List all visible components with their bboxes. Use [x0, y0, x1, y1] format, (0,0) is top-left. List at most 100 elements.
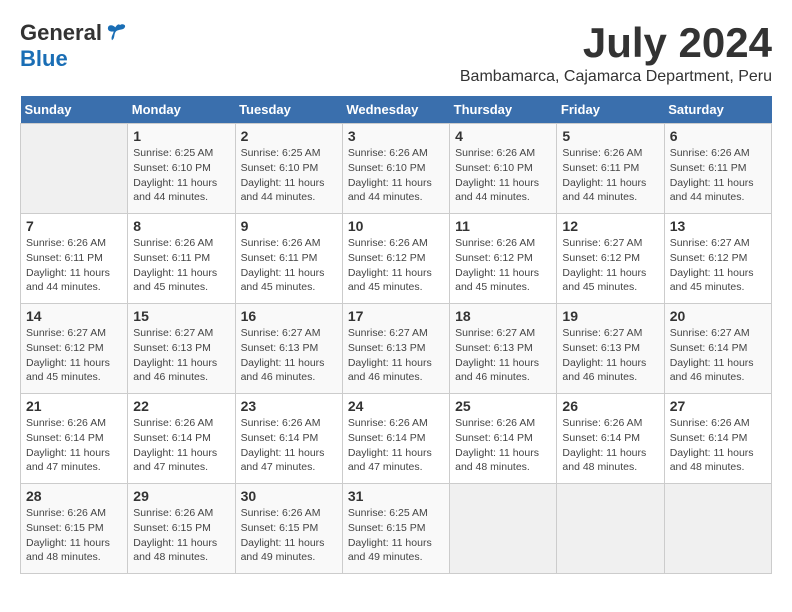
day-info: Sunrise: 6:27 AM Sunset: 6:13 PM Dayligh…: [562, 326, 658, 385]
day-info: Sunrise: 6:26 AM Sunset: 6:14 PM Dayligh…: [133, 416, 229, 475]
calendar-cell: 5Sunrise: 6:26 AM Sunset: 6:11 PM Daylig…: [557, 124, 664, 214]
calendar-cell: [557, 484, 664, 574]
calendar-cell: 17 Sunrise: 6:27 AM Sunset: 6:13 PM Dayli…: [342, 304, 449, 394]
calendar-cell: 16 Sunrise: 6:27 AM Sunset: 6:13 PM Dayli…: [235, 304, 342, 394]
calendar-cell: 19 Sunrise: 6:27 AM Sunset: 6:13 PM Dayli…: [557, 304, 664, 394]
day-number: 2: [241, 128, 337, 144]
header-sunday: Sunday: [21, 96, 128, 124]
location-title: Bambamarca, Cajamarca Department, Peru: [460, 68, 772, 86]
day-number: 4: [455, 128, 551, 144]
calendar-header-row: SundayMondayTuesdayWednesdayThursdayFrid…: [21, 96, 772, 124]
day-info: Sunrise: 6:27 AM Sunset: 6:12 PM Dayligh…: [26, 326, 122, 385]
day-info: Sunrise: 6:26 AM Sunset: 6:14 PM Dayligh…: [455, 416, 551, 475]
calendar-cell: 12 Sunrise: 6:27 AM Sunset: 6:12 PM Dayli…: [557, 214, 664, 304]
calendar-cell: [21, 124, 128, 214]
calendar-week-row: 7 Sunrise: 6:26 AM Sunset: 6:11 PM Daylig…: [21, 214, 772, 304]
day-number: 26: [562, 398, 658, 414]
day-info: Sunrise: 6:27 AM Sunset: 6:13 PM Dayligh…: [241, 326, 337, 385]
day-number: 13: [670, 218, 766, 234]
day-info: Sunrise: 6:25 AM Sunset: 6:10 PM Dayligh…: [241, 146, 337, 205]
day-info: Sunrise: 6:26 AM Sunset: 6:15 PM Dayligh…: [241, 506, 337, 565]
calendar-cell: 26 Sunrise: 6:26 AM Sunset: 6:14 PM Dayli…: [557, 394, 664, 484]
day-info: Sunrise: 6:26 AM Sunset: 6:14 PM Dayligh…: [241, 416, 337, 475]
calendar-cell: 14 Sunrise: 6:27 AM Sunset: 6:12 PM Dayli…: [21, 304, 128, 394]
page-header: General Blue July 2024 Bambamarca, Cajam…: [20, 20, 772, 86]
day-number: 11: [455, 218, 551, 234]
calendar-cell: 29 Sunrise: 6:26 AM Sunset: 6:15 PM Dayli…: [128, 484, 235, 574]
title-block: July 2024 Bambamarca, Cajamarca Departme…: [460, 20, 772, 86]
day-info: Sunrise: 6:26 AM Sunset: 6:14 PM Dayligh…: [670, 416, 766, 475]
day-info: Sunrise: 6:26 AM Sunset: 6:10 PM Dayligh…: [348, 146, 444, 205]
calendar-cell: 13Sunrise: 6:27 AM Sunset: 6:12 PM Dayli…: [664, 214, 771, 304]
day-number: 20: [670, 308, 766, 324]
calendar-cell: 25 Sunrise: 6:26 AM Sunset: 6:14 PM Dayli…: [450, 394, 557, 484]
day-number: 7: [26, 218, 122, 234]
calendar-cell: 9Sunrise: 6:26 AM Sunset: 6:11 PM Daylig…: [235, 214, 342, 304]
day-info: Sunrise: 6:26 AM Sunset: 6:10 PM Dayligh…: [455, 146, 551, 205]
calendar-table: SundayMondayTuesdayWednesdayThursdayFrid…: [20, 96, 772, 574]
calendar-cell: 28 Sunrise: 6:26 AM Sunset: 6:15 PM Dayli…: [21, 484, 128, 574]
day-number: 14: [26, 308, 122, 324]
day-number: 19: [562, 308, 658, 324]
calendar-cell: 20 Sunrise: 6:27 AM Sunset: 6:14 PM Dayli…: [664, 304, 771, 394]
day-number: 31: [348, 488, 444, 504]
calendar-week-row: 14 Sunrise: 6:27 AM Sunset: 6:12 PM Dayli…: [21, 304, 772, 394]
day-info: Sunrise: 6:26 AM Sunset: 6:11 PM Dayligh…: [670, 146, 766, 205]
day-info: Sunrise: 6:26 AM Sunset: 6:15 PM Dayligh…: [26, 506, 122, 565]
calendar-cell: 10Sunrise: 6:26 AM Sunset: 6:12 PM Dayli…: [342, 214, 449, 304]
day-number: 22: [133, 398, 229, 414]
logo: General Blue: [20, 20, 128, 72]
day-number: 30: [241, 488, 337, 504]
day-number: 17: [348, 308, 444, 324]
day-number: 5: [562, 128, 658, 144]
logo-bird-icon: [104, 21, 128, 45]
calendar-cell: [450, 484, 557, 574]
calendar-cell: 6 Sunrise: 6:26 AM Sunset: 6:11 PM Daylig…: [664, 124, 771, 214]
day-info: Sunrise: 6:27 AM Sunset: 6:12 PM Dayligh…: [562, 236, 658, 295]
day-info: Sunrise: 6:27 AM Sunset: 6:13 PM Dayligh…: [133, 326, 229, 385]
calendar-cell: 24Sunrise: 6:26 AM Sunset: 6:14 PM Dayli…: [342, 394, 449, 484]
day-number: 18: [455, 308, 551, 324]
day-number: 28: [26, 488, 122, 504]
day-number: 29: [133, 488, 229, 504]
month-title: July 2024: [460, 20, 772, 66]
header-monday: Monday: [128, 96, 235, 124]
day-number: 6: [670, 128, 766, 144]
calendar-cell: 2 Sunrise: 6:25 AM Sunset: 6:10 PM Daylig…: [235, 124, 342, 214]
calendar-cell: 30 Sunrise: 6:26 AM Sunset: 6:15 PM Dayli…: [235, 484, 342, 574]
calendar-cell: 22 Sunrise: 6:26 AM Sunset: 6:14 PM Dayli…: [128, 394, 235, 484]
calendar-cell: 1 Sunrise: 6:25 AM Sunset: 6:10 PM Daylig…: [128, 124, 235, 214]
day-number: 1: [133, 128, 229, 144]
day-number: 24: [348, 398, 444, 414]
day-info: Sunrise: 6:26 AM Sunset: 6:11 PM Dayligh…: [133, 236, 229, 295]
day-info: Sunrise: 6:26 AM Sunset: 6:14 PM Dayligh…: [26, 416, 122, 475]
calendar-cell: 11 Sunrise: 6:26 AM Sunset: 6:12 PM Dayli…: [450, 214, 557, 304]
day-info: Sunrise: 6:27 AM Sunset: 6:14 PM Dayligh…: [670, 326, 766, 385]
day-info: Sunrise: 6:26 AM Sunset: 6:12 PM Dayligh…: [348, 236, 444, 295]
calendar-cell: 3 Sunrise: 6:26 AM Sunset: 6:10 PM Daylig…: [342, 124, 449, 214]
day-number: 25: [455, 398, 551, 414]
calendar-week-row: 28 Sunrise: 6:26 AM Sunset: 6:15 PM Dayli…: [21, 484, 772, 574]
calendar-cell: 21Sunrise: 6:26 AM Sunset: 6:14 PM Dayli…: [21, 394, 128, 484]
day-info: Sunrise: 6:27 AM Sunset: 6:13 PM Dayligh…: [348, 326, 444, 385]
day-number: 23: [241, 398, 337, 414]
calendar-cell: 27Sunrise: 6:26 AM Sunset: 6:14 PM Dayli…: [664, 394, 771, 484]
day-number: 8: [133, 218, 229, 234]
calendar-cell: 4 Sunrise: 6:26 AM Sunset: 6:10 PM Daylig…: [450, 124, 557, 214]
header-friday: Friday: [557, 96, 664, 124]
header-saturday: Saturday: [664, 96, 771, 124]
day-info: Sunrise: 6:26 AM Sunset: 6:15 PM Dayligh…: [133, 506, 229, 565]
day-info: Sunrise: 6:26 AM Sunset: 6:12 PM Dayligh…: [455, 236, 551, 295]
day-info: Sunrise: 6:26 AM Sunset: 6:11 PM Dayligh…: [26, 236, 122, 295]
header-tuesday: Tuesday: [235, 96, 342, 124]
header-wednesday: Wednesday: [342, 96, 449, 124]
day-number: 3: [348, 128, 444, 144]
day-info: Sunrise: 6:25 AM Sunset: 6:10 PM Dayligh…: [133, 146, 229, 205]
calendar-cell: [664, 484, 771, 574]
day-info: Sunrise: 6:27 AM Sunset: 6:13 PM Dayligh…: [455, 326, 551, 385]
calendar-cell: 23 Sunrise: 6:26 AM Sunset: 6:14 PM Dayli…: [235, 394, 342, 484]
day-number: 12: [562, 218, 658, 234]
day-info: Sunrise: 6:26 AM Sunset: 6:14 PM Dayligh…: [562, 416, 658, 475]
day-number: 16: [241, 308, 337, 324]
day-info: Sunrise: 6:25 AM Sunset: 6:15 PM Dayligh…: [348, 506, 444, 565]
